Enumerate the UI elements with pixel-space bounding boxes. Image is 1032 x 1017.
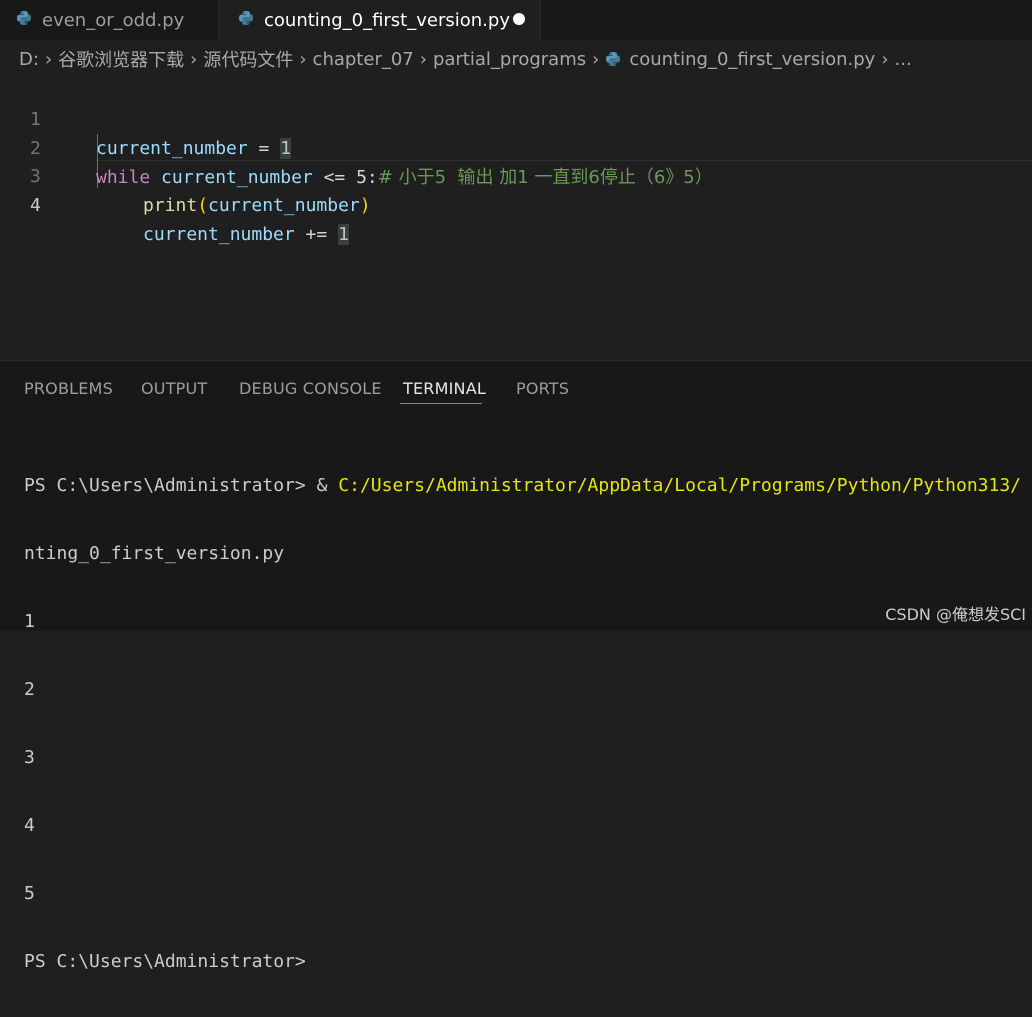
token-function: print — [143, 195, 198, 216]
chevron-right-icon: › — [592, 48, 600, 70]
terminal-line: 3 — [24, 747, 35, 768]
token-variable: current_number — [143, 224, 295, 245]
breadcrumb-item[interactable]: D: — [19, 49, 39, 70]
code-text: print(current_number) — [143, 191, 371, 220]
tab-label: counting_0_first_version.py — [264, 9, 510, 31]
tab-ports[interactable]: PORTS — [516, 379, 569, 398]
terminal-line: 5 — [24, 883, 35, 904]
chevron-right-icon: › — [190, 48, 198, 70]
terminal-line: PS C:\Users\Administrator> — [24, 951, 306, 972]
tab-output[interactable]: OUTPUT — [141, 379, 207, 398]
python-file-icon — [605, 49, 621, 70]
breadcrumb-item[interactable]: chapter_07 — [313, 49, 414, 70]
terminal-line: 4 — [24, 815, 35, 836]
token-variable: current_number — [208, 195, 360, 216]
terminal-path: C:/Users/Administrator/AppData/Local/Pro… — [338, 475, 1022, 496]
chevron-right-icon: › — [419, 48, 427, 70]
breadcrumb-item[interactable]: partial_programs — [433, 49, 586, 70]
terminal-line: 1 — [24, 611, 35, 632]
bottom-panel: PROBLEMS OUTPUT DEBUG CONSOLE TERMINAL P… — [0, 360, 1032, 972]
chevron-right-icon: › — [299, 48, 307, 70]
unsaved-dot-icon[interactable] — [513, 13, 525, 25]
editor-tab-bar: even_or_odd.py counting_0_first_version.… — [0, 0, 1032, 40]
terminal-prompt: PS C:\Users\Administrator> & — [24, 475, 339, 496]
active-tab-indicator — [400, 403, 482, 404]
breadcrumb-item[interactable]: counting_0_first_version.py — [629, 49, 875, 70]
code-line[interactable]: 1 current_number = 1 — [0, 76, 1032, 159]
terminal-line: 2 — [24, 679, 35, 700]
tab-terminal[interactable]: TERMINAL — [403, 379, 486, 398]
token-paren: ) — [359, 195, 371, 216]
panel-tabs: PROBLEMS OUTPUT DEBUG CONSOLE TERMINAL P… — [0, 361, 1032, 413]
breadcrumb-item[interactable]: 谷歌浏览器下载 — [58, 46, 184, 72]
token-number: 1 — [338, 224, 349, 245]
chevron-right-icon: › — [881, 48, 889, 70]
breadcrumb-item[interactable]: ... — [895, 49, 912, 70]
terminal-output[interactable]: PS C:\Users\Administrator> & C:/Users/Ad… — [24, 431, 1021, 1017]
tab-counting-0-first-version[interactable]: counting_0_first_version.py — [219, 0, 541, 40]
line-number: 4 — [30, 195, 41, 216]
tab-debug-console[interactable]: DEBUG CONSOLE — [239, 379, 382, 398]
code-editor[interactable]: 1 current_number = 1 2 while current_num… — [0, 76, 1032, 358]
code-line[interactable]: 4 current_number += 1 — [0, 162, 1032, 245]
code-line[interactable]: 3 print(current_number) — [0, 133, 1032, 216]
tab-label: even_or_odd.py — [42, 9, 185, 31]
tab-problems[interactable]: PROBLEMS — [24, 379, 113, 398]
breadcrumb: D: › 谷歌浏览器下载 › 源代码文件 › chapter_07 › part… — [0, 44, 1032, 74]
token-paren: ( — [197, 195, 209, 216]
breadcrumb-item[interactable]: 源代码文件 — [203, 46, 293, 72]
python-file-icon — [16, 10, 32, 31]
chevron-right-icon: › — [44, 48, 53, 70]
terminal-line: PS C:\Users\Administrator> & C:/Users/Ad… — [24, 473, 1021, 499]
watermark: CSDN @俺想发SCI — [885, 605, 1026, 624]
token-operator: += — [294, 224, 339, 245]
python-file-icon — [238, 10, 254, 31]
tab-even-or-odd[interactable]: even_or_odd.py — [0, 0, 219, 40]
code-line[interactable]: 2 while current_number <= 5:# 小于5 输出 加1 … — [0, 105, 1032, 188]
code-text: current_number += 1 — [143, 220, 349, 249]
terminal-line: nting_0_first_version.py — [24, 543, 285, 564]
